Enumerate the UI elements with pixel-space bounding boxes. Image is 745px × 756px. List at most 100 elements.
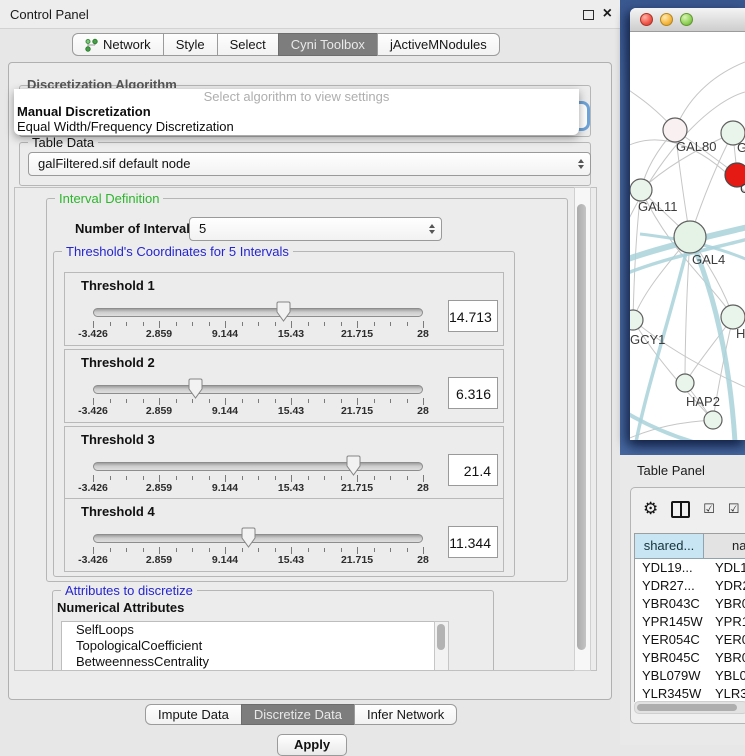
tick-label: 28 <box>417 405 429 417</box>
cell-shared-name[interactable]: YDL19... <box>635 559 704 577</box>
threshold-slider[interactable]: -3.4262.8599.14415.4321.71528 <box>93 527 423 567</box>
cell-name[interactable]: YPR1 <box>704 613 745 631</box>
table-row[interactable]: YBL079WYBL0 <box>635 667 745 685</box>
tab-infer-network[interactable]: Infer Network <box>354 704 457 725</box>
cell-shared-name[interactable]: YER054C <box>635 631 704 649</box>
list-item[interactable]: BetweennessCentrality <box>62 654 434 670</box>
cell-name[interactable]: YBL0 <box>704 667 745 685</box>
threshold-value-field[interactable]: 6.316 <box>448 377 498 409</box>
interval-definition-label: Interval Definition <box>55 191 163 206</box>
threshold-slider[interactable]: -3.4262.8599.14415.4321.71528 <box>93 378 423 418</box>
zoom-traffic-light-icon[interactable] <box>680 13 693 26</box>
cell-shared-name[interactable]: YBL079W <box>635 667 704 685</box>
node-bottom[interactable] <box>704 411 722 429</box>
table-data-group: Table Data galFiltered.sif default node <box>19 142 591 186</box>
table-panel: ⚙ ☑ ☑ shared... na YDL19...YDL1YDR27...Y… <box>630 487 745 724</box>
select-all-icon[interactable]: ☑ <box>703 502 715 516</box>
cell-name[interactable]: YDL1 <box>704 559 745 577</box>
slider-track[interactable] <box>93 462 423 471</box>
slider-track[interactable] <box>93 534 423 543</box>
menu-item-equal-width-frequency[interactable]: Equal Width/Frequency Discretization <box>14 119 579 134</box>
slider-thumb[interactable] <box>188 378 203 399</box>
table-horizontal-scrollbar[interactable] <box>634 701 745 714</box>
menu-item-manual-discretization[interactable]: Manual Discretization <box>14 104 579 119</box>
tick-label: 28 <box>417 328 429 340</box>
attributes-list-scrollbar[interactable] <box>434 621 449 671</box>
cell-name[interactable]: YBR0 <box>704 595 745 613</box>
select-all-icon-2[interactable]: ☑ <box>728 502 740 516</box>
network-graph: GAL80 GAL11 GAL4 GCY1 HAP2 GA C H <box>630 32 745 440</box>
label-clipped-ga: GA <box>737 140 745 155</box>
label-clipped-c: C <box>740 181 745 196</box>
table-row[interactable]: YER054CYER0 <box>635 631 745 649</box>
tick-label: 21.715 <box>341 482 373 494</box>
threshold-panel-4: Threshold 4-3.4262.8599.14415.4321.71528… <box>64 498 504 572</box>
threshold-panel-3: Threshold 3 -3.4262.8599.14415.4321.71528… <box>64 426 504 500</box>
cell-name[interactable]: YLR3 <box>704 685 745 702</box>
number-of-intervals-combobox[interactable]: 5 <box>189 217 442 241</box>
threshold-label: Threshold 3 <box>81 432 155 447</box>
column-header-name[interactable]: na <box>704 534 745 558</box>
cell-shared-name[interactable]: YLR345W <box>635 685 704 702</box>
cell-name[interactable]: YER0 <box>704 631 745 649</box>
numerical-attributes-list[interactable]: SelfLoopsTopologicalCoefficientBetweenne… <box>61 621 435 671</box>
tab-label: Cyni Toolbox <box>291 37 365 52</box>
list-item[interactable]: SelfLoops <box>62 622 434 638</box>
tab-jactivemnodules[interactable]: jActiveMNodules <box>377 33 500 56</box>
tab-label: Select <box>230 37 266 52</box>
column-header-shared-name[interactable]: shared... <box>635 534 704 558</box>
apply-button[interactable]: Apply <box>277 734 347 756</box>
slider-track[interactable] <box>93 385 423 394</box>
cell-shared-name[interactable]: YBR043C <box>635 595 704 613</box>
discretization-algorithm-label: Discretization Algorithm <box>27 77 177 88</box>
node-gal4[interactable] <box>674 221 706 253</box>
label-hap2: HAP2 <box>686 394 720 409</box>
table-row[interactable]: YBR043CYBR0 <box>635 595 745 613</box>
combo-stepper-icon <box>578 159 584 169</box>
table-row[interactable]: YPR145WYPR1 <box>635 613 745 631</box>
threshold-value-field[interactable]: 21.4 <box>448 454 498 486</box>
threshold-slider[interactable]: -3.4262.8599.14415.4321.71528 <box>93 301 423 341</box>
slider-track[interactable] <box>93 308 423 317</box>
table-row[interactable]: YBR045CYBR0 <box>635 649 745 667</box>
tab-discretize-data[interactable]: Discretize Data <box>241 704 355 725</box>
threshold-slider[interactable]: -3.4262.8599.14415.4321.71528 <box>93 455 423 495</box>
threshold-value-field[interactable]: 14.713 <box>448 300 498 332</box>
label-gal80: GAL80 <box>676 139 716 154</box>
tab-style[interactable]: Style <box>163 33 218 56</box>
slider-thumb[interactable] <box>276 301 291 322</box>
table-row[interactable]: YLR345WYLR3 <box>635 685 745 702</box>
settings-panel: Discretization Algorithm Select algorith… <box>8 62 612 700</box>
table-data-combobox[interactable]: galFiltered.sif default node <box>28 152 591 176</box>
cell-shared-name[interactable]: YBR045C <box>635 649 704 667</box>
gear-icon[interactable]: ⚙ <box>643 500 658 518</box>
network-canvas[interactable]: GAL80 GAL11 GAL4 GCY1 HAP2 GA C H <box>630 32 745 440</box>
thresholds-group: Threshold's Coordinates for 5 Intervals … <box>53 251 515 577</box>
slider-thumb[interactable] <box>346 455 361 476</box>
tick-label: 2.859 <box>146 405 172 417</box>
node-gal11[interactable] <box>630 179 652 201</box>
list-item[interactable]: TopologicalCoefficient <box>62 638 434 654</box>
float-window-icon[interactable] <box>583 10 594 20</box>
minimize-traffic-light-icon[interactable] <box>660 13 673 26</box>
threshold-value-field[interactable]: 11.344 <box>448 526 498 558</box>
cell-name[interactable]: YBR0 <box>704 649 745 667</box>
tab-impute-data[interactable]: Impute Data <box>145 704 242 725</box>
cell-shared-name[interactable]: YDR27... <box>635 577 704 595</box>
tick-label: 2.859 <box>146 328 172 340</box>
table-row[interactable]: YDR27...YDR2 <box>635 577 745 595</box>
slider-thumb[interactable] <box>241 527 256 548</box>
tab-network[interactable]: Network <box>72 33 164 56</box>
close-traffic-light-icon[interactable] <box>640 13 653 26</box>
table-row[interactable]: YDL19...YDL1 <box>635 559 745 577</box>
settings-vertical-scrollbar[interactable] <box>574 187 591 671</box>
tab-cyni-toolbox[interactable]: Cyni Toolbox <box>278 33 378 56</box>
threshold-list: Threshold 1-3.4262.8599.14415.4321.71528… <box>64 272 502 572</box>
cell-shared-name[interactable]: YPR145W <box>635 613 704 631</box>
tab-select[interactable]: Select <box>217 33 279 56</box>
split-columns-icon[interactable] <box>671 501 690 518</box>
cell-name[interactable]: YDR2 <box>704 577 745 595</box>
node-hap2[interactable] <box>676 374 694 392</box>
app-root: Control Panel × NetworkStyleSelectCyni T… <box>0 0 745 745</box>
close-icon[interactable]: × <box>603 4 612 24</box>
